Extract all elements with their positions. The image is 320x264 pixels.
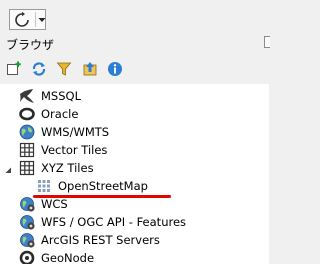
browser-toolbar [0, 56, 269, 83]
refresh-dropdown-button[interactable] [9, 9, 46, 30]
refresh-icon[interactable] [31, 61, 47, 77]
add-layer-icon[interactable] [6, 61, 22, 77]
panel-title: ブラウザ [6, 38, 55, 52]
geonode-icon [19, 250, 35, 264]
filter-icon[interactable] [56, 61, 72, 77]
globe-icon [19, 124, 35, 140]
main-toolbar [0, 0, 269, 34]
wfs-globe-icon [19, 214, 35, 230]
vector-tiles-icon [19, 142, 35, 158]
info-icon[interactable] [107, 61, 123, 77]
qgis-browser-panel: ブラウザ MSSQL Oracle WMS/WMTS Vector Tiles … [0, 0, 270, 264]
collapse-all-icon[interactable] [82, 61, 98, 77]
collapse-arrow-icon[interactable] [4, 164, 12, 177]
refresh-icon [13, 11, 31, 32]
tile-grid-icon [36, 178, 52, 194]
browser-tree: MSSQL Oracle WMS/WMTS Vector Tiles XYZ T… [0, 84, 269, 264]
mssql-icon [19, 88, 35, 104]
panel-close-icon[interactable] [264, 36, 270, 48]
wcs-globe-icon [19, 196, 35, 212]
oracle-icon [19, 106, 35, 122]
arcgis-globe-icon [19, 232, 35, 248]
dropdown-separator [35, 12, 36, 27]
chevron-down-icon[interactable] [38, 14, 46, 27]
xyz-tiles-icon [19, 160, 35, 176]
